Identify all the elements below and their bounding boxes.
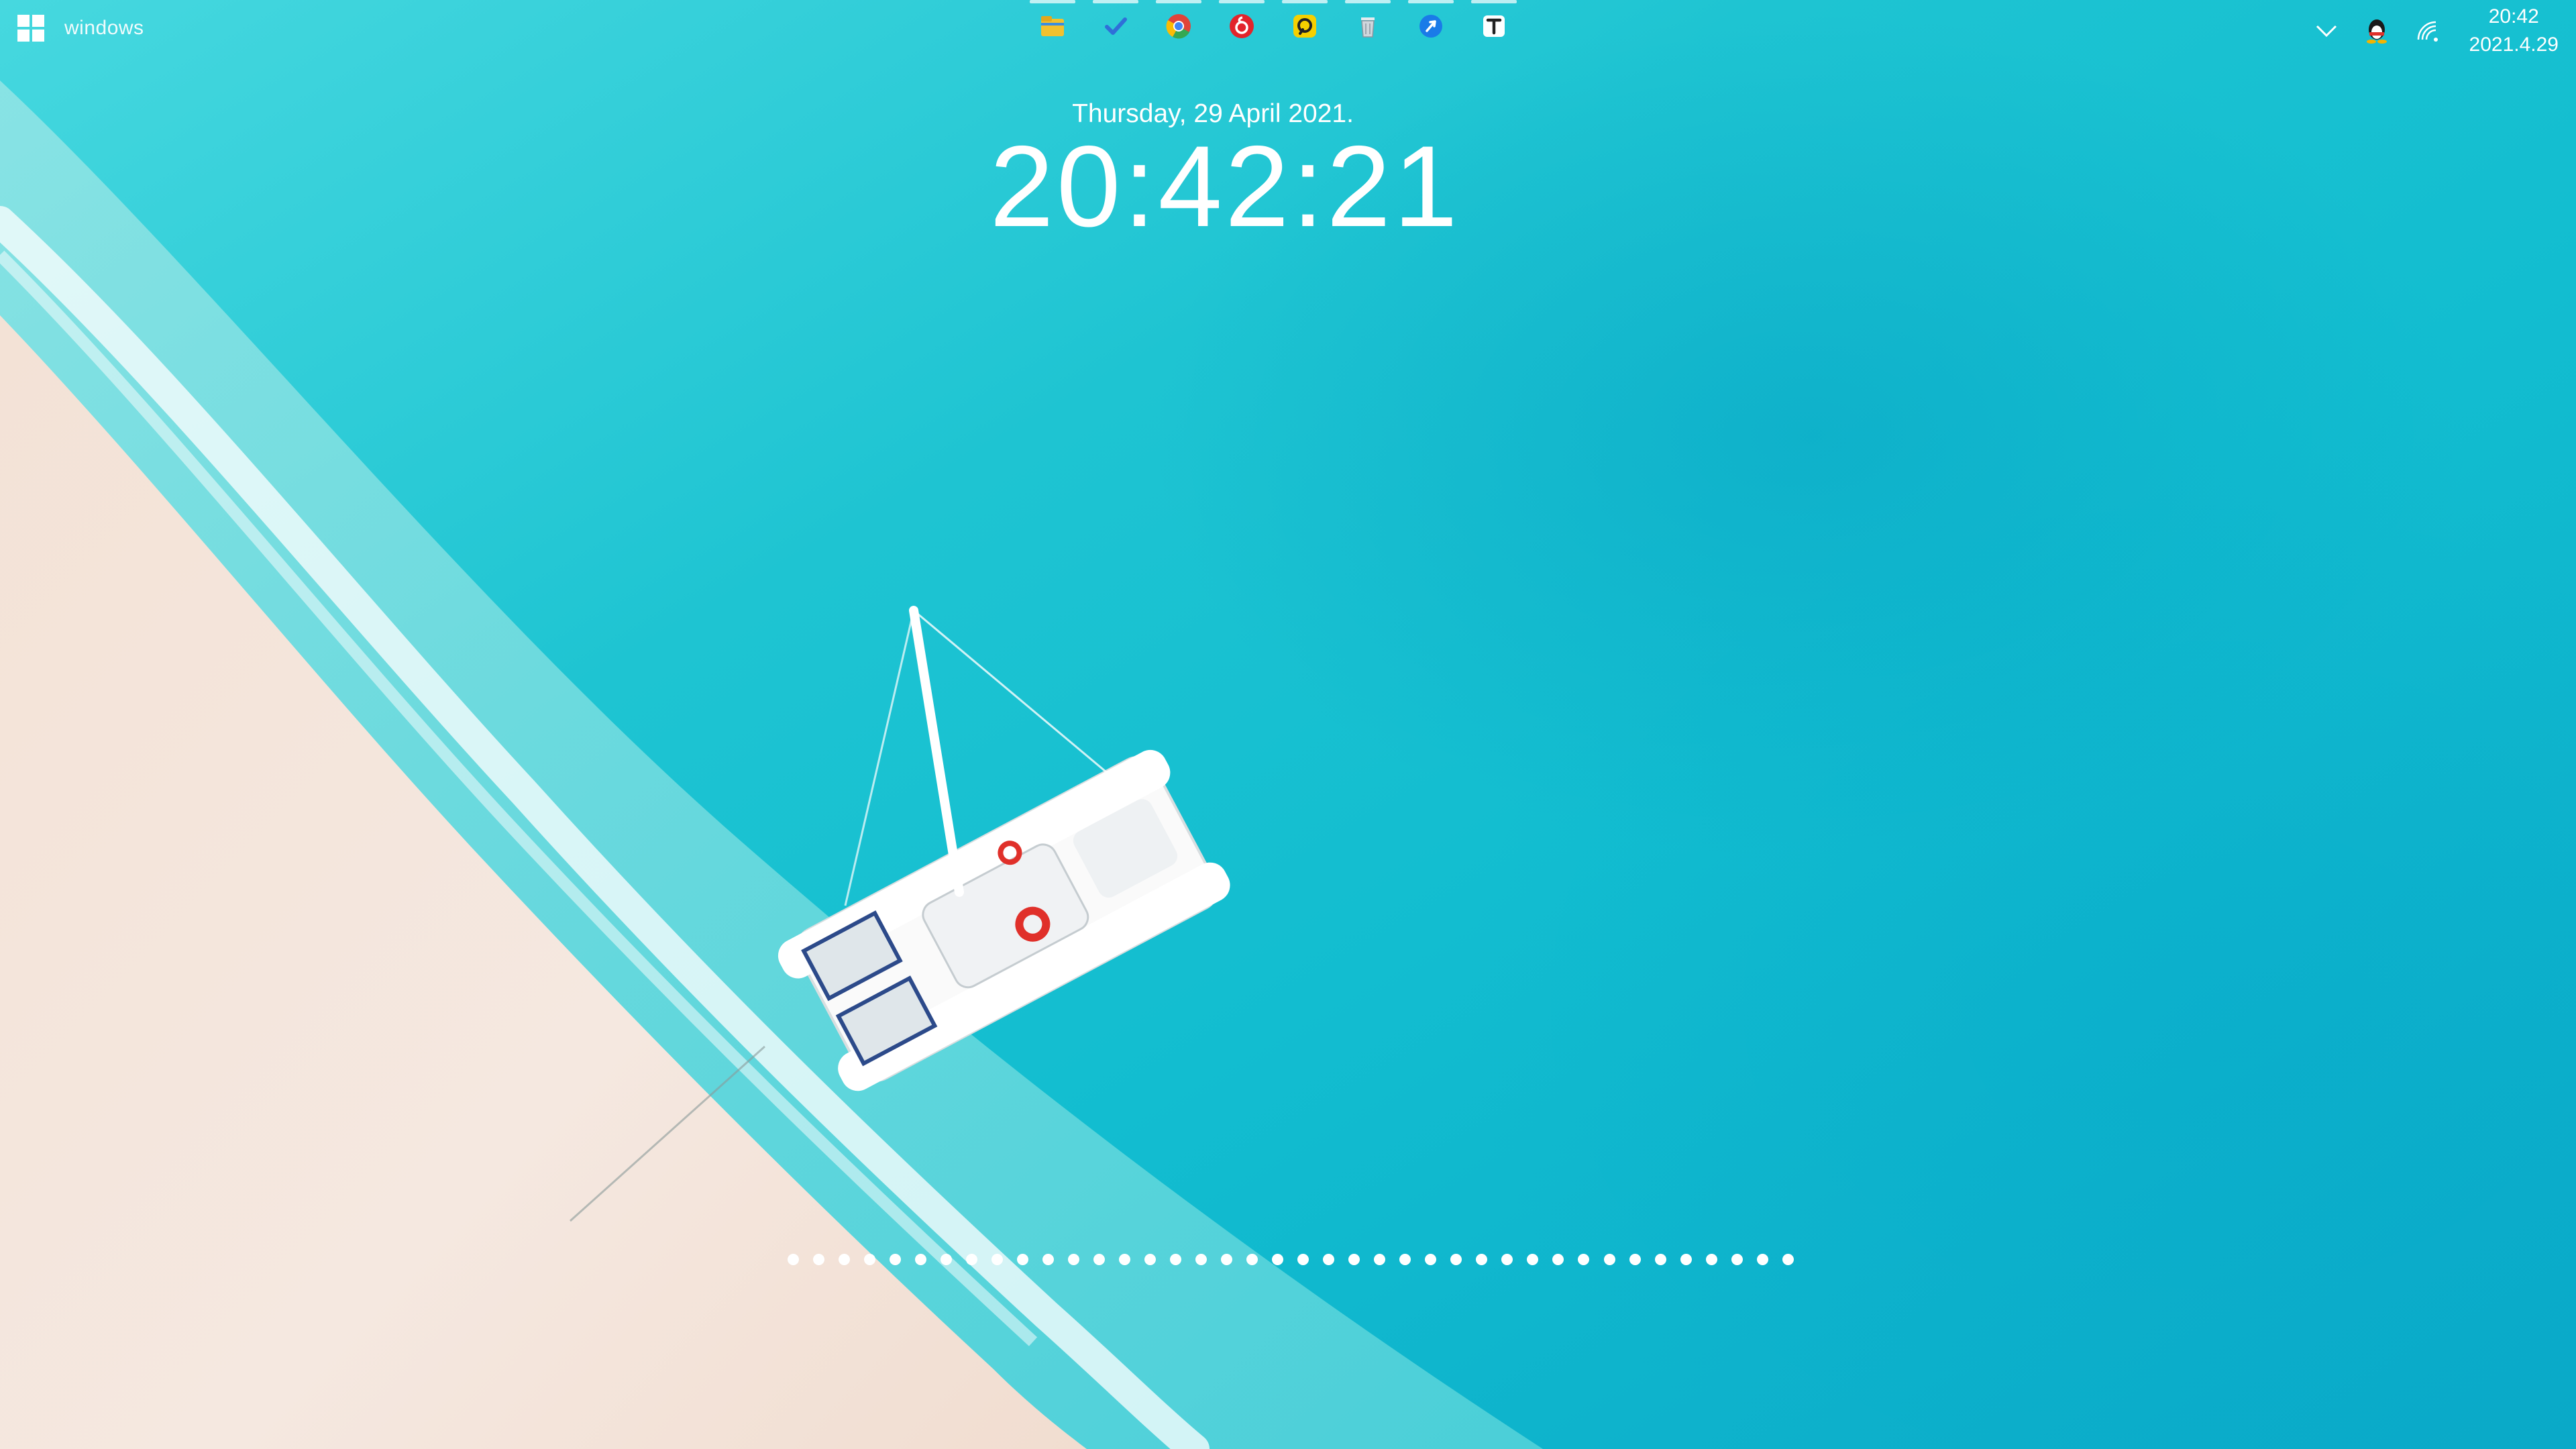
progress-dot: [1399, 1253, 1411, 1265]
progress-dot: [1068, 1253, 1080, 1265]
progress-dot: [1221, 1253, 1233, 1265]
app-chrome[interactable]: [1156, 0, 1201, 51]
app-yellow[interactable]: [1282, 0, 1328, 51]
progress-dot: [1425, 1253, 1437, 1265]
progress-dot: [1195, 1253, 1208, 1265]
recycle-bin-icon: [1361, 17, 1375, 38]
progress-dot: [1476, 1253, 1488, 1265]
system-tray: 20:42 2021.4.29: [2315, 0, 2559, 62]
todo-check-icon: [1105, 17, 1127, 35]
progress-dot: [1527, 1253, 1539, 1265]
progress-dots: [788, 1252, 1794, 1267]
progress-dot: [1629, 1253, 1641, 1265]
start-label: windows: [64, 17, 144, 39]
chrome-icon: [1166, 14, 1191, 39]
progress-dot: [1654, 1253, 1666, 1265]
progress-dot: [813, 1253, 825, 1265]
progress-dot: [1323, 1253, 1335, 1265]
app-todo[interactable]: [1093, 0, 1138, 51]
file-explorer-icon: [1041, 16, 1064, 36]
progress-dot: [1119, 1253, 1131, 1265]
typora-icon: [1483, 15, 1505, 37]
progress-dot: [864, 1253, 876, 1265]
progress-dot: [991, 1253, 1004, 1265]
taskbar-apps: [1030, 0, 1517, 51]
progress-dot: [788, 1253, 799, 1265]
progress-dot: [1603, 1253, 1615, 1265]
progress-dot: [1756, 1253, 1768, 1265]
app-netease-music[interactable]: [1219, 0, 1265, 51]
progress-dot: [1782, 1253, 1794, 1265]
progress-dot: [941, 1253, 953, 1265]
progress-dot: [1374, 1253, 1386, 1265]
progress-dot: [966, 1253, 978, 1265]
app-typora[interactable]: [1471, 0, 1517, 51]
progress-dot: [1501, 1253, 1513, 1265]
taskbar-clock[interactable]: 20:42 2021.4.29: [2469, 3, 2559, 59]
progress-dot: [1680, 1253, 1692, 1265]
progress-dot: [1272, 1253, 1284, 1265]
progress-dot: [1017, 1253, 1029, 1265]
taskbar: windows 20:42 2021.4.29: [0, 0, 2576, 62]
progress-dot: [1042, 1253, 1055, 1265]
progress-dot: [1578, 1253, 1590, 1265]
progress-dot: [1144, 1253, 1157, 1265]
start-button[interactable]: windows: [17, 15, 144, 42]
qq-penguin-icon[interactable]: [2365, 17, 2389, 44]
progress-dot: [1348, 1253, 1360, 1265]
app-recycle-bin[interactable]: [1345, 0, 1391, 51]
progress-dot: [915, 1253, 927, 1265]
app-file-explorer[interactable]: [1030, 0, 1075, 51]
progress-dot: [1093, 1253, 1106, 1265]
wifi-icon[interactable]: [2416, 19, 2443, 42]
taskbar-clock-time: 20:42: [2488, 5, 2539, 28]
progress-dot: [1552, 1253, 1564, 1265]
progress-dot: [1170, 1253, 1182, 1265]
windows-logo-icon: [17, 15, 44, 42]
taskbar-clock-date: 2021.4.29: [2469, 34, 2559, 56]
progress-dot: [1450, 1253, 1462, 1265]
tray-chevron-up-icon[interactable]: [2315, 23, 2338, 38]
progress-dot: [1731, 1253, 1743, 1265]
app-blue-dart[interactable]: [1408, 0, 1454, 51]
progress-dot: [1297, 1253, 1309, 1265]
progress-dot: [839, 1253, 851, 1265]
progress-dot: [890, 1253, 902, 1265]
netease-music-icon: [1230, 14, 1254, 38]
blue-dart-icon: [1419, 15, 1442, 38]
progress-dot: [1705, 1253, 1717, 1265]
yellow-app-icon: [1293, 15, 1316, 38]
progress-dot: [1246, 1253, 1258, 1265]
